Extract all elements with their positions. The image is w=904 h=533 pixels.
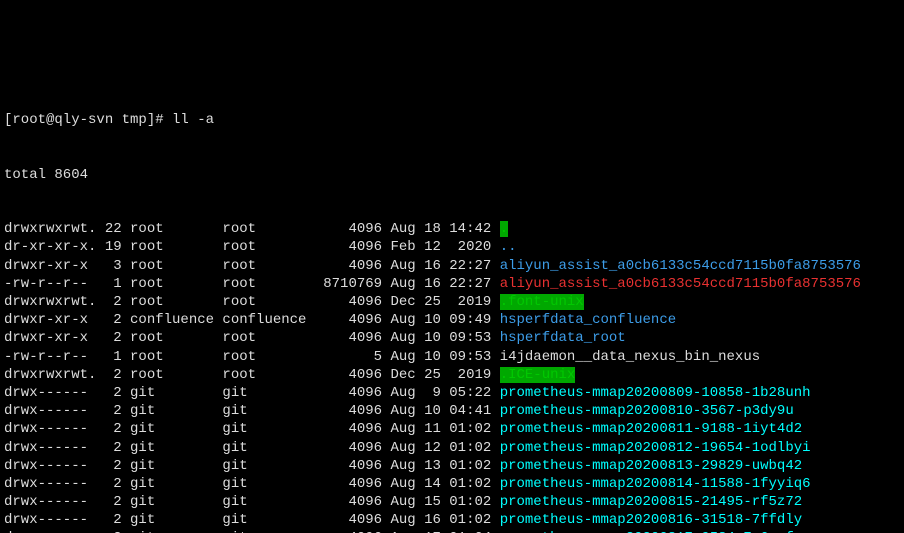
- list-item: -rw-r--r-- 1 root root 8710769 Aug 16 22…: [4, 275, 900, 293]
- file-meta: -rw-r--r-- 1 root root 5 Aug 10 09:53: [4, 349, 500, 365]
- list-item: dr-xr-xr-x. 19 root root 4096 Feb 12 202…: [4, 238, 900, 256]
- file-name: aliyun_assist_a0cb6133c54ccd7115b0fa8753…: [500, 276, 861, 292]
- file-meta: drwxrwxrwt. 2 root root 4096 Dec 25 2019: [4, 367, 500, 383]
- list-item: drwxrwxrwt. 2 root root 4096 Dec 25 2019…: [4, 293, 900, 311]
- file-meta: drwxrwxrwt. 2 root root 4096 Dec 25 2019: [4, 294, 500, 310]
- file-meta: drwx------ 2 git git 4096 Aug 17 01:04: [4, 530, 500, 533]
- file-meta: dr-xr-xr-x. 19 root root 4096 Feb 12 202…: [4, 239, 500, 255]
- file-meta: drwx------ 2 git git 4096 Aug 12 01:02: [4, 440, 500, 456]
- file-name: prometheus-mmap20200814-11588-1fyyiq6: [500, 476, 811, 492]
- list-item: drwx------ 2 git git 4096 Aug 10 04:41 p…: [4, 402, 900, 420]
- file-meta: drwxr-xr-x 3 root root 4096 Aug 16 22:27: [4, 258, 500, 274]
- command: ll -a: [172, 112, 214, 128]
- file-listing: drwxrwxrwt. 22 root root 4096 Aug 18 14:…: [4, 220, 900, 533]
- list-item: drwx------ 2 git git 4096 Aug 11 01:02 p…: [4, 420, 900, 438]
- terminal[interactable]: [root@qly-svn tmp]# ll -a total 8604 drw…: [0, 73, 904, 533]
- file-name: hsperfdata_root: [500, 330, 626, 346]
- file-name: prometheus-mmap20200811-9188-1iyt4d2: [500, 421, 802, 437]
- total-line: total 8604: [4, 166, 900, 184]
- file-meta: drwx------ 2 git git 4096 Aug 13 01:02: [4, 458, 500, 474]
- file-meta: drwx------ 2 git git 4096 Aug 15 01:02: [4, 494, 500, 510]
- list-item: drwxr-xr-x 3 root root 4096 Aug 16 22:27…: [4, 257, 900, 275]
- file-name: .font-unix: [500, 294, 584, 310]
- list-item: -rw-r--r-- 1 root root 5 Aug 10 09:53 i4…: [4, 348, 900, 366]
- file-name: prometheus-mmap20200812-19654-1odlbyi: [500, 440, 811, 456]
- list-item: drwx------ 2 git git 4096 Aug 13 01:02 p…: [4, 457, 900, 475]
- file-name: .: [500, 221, 508, 237]
- file-meta: drwx------ 2 git git 4096 Aug 11 01:02: [4, 421, 500, 437]
- file-meta: drwxrwxrwt. 22 root root 4096 Aug 18 14:…: [4, 221, 500, 237]
- list-item: drwx------ 2 git git 4096 Aug 9 05:22 pr…: [4, 384, 900, 402]
- file-name: prometheus-mmap20200809-10858-1b28unh: [500, 385, 811, 401]
- list-item: drwx------ 2 git git 4096 Aug 14 01:02 p…: [4, 475, 900, 493]
- list-item: drwxrwxrwt. 22 root root 4096 Aug 18 14:…: [4, 220, 900, 238]
- file-meta: drwxr-xr-x 2 confluence confluence 4096 …: [4, 312, 500, 328]
- list-item: drwx------ 2 git git 4096 Aug 12 01:02 p…: [4, 439, 900, 457]
- file-name: prometheus-mmap20200815-21495-rf5z72: [500, 494, 802, 510]
- prompt-line: [root@qly-svn tmp]# ll -a: [4, 111, 900, 129]
- list-item: drwx------ 2 git git 4096 Aug 15 01:02 p…: [4, 493, 900, 511]
- file-name: i4jdaemon__data_nexus_bin_nexus: [500, 349, 760, 365]
- file-meta: drwx------ 2 git git 4096 Aug 9 05:22: [4, 385, 500, 401]
- file-meta: drwx------ 2 git git 4096 Aug 14 01:02: [4, 476, 500, 492]
- file-meta: drwxr-xr-x 2 root root 4096 Aug 10 09:53: [4, 330, 500, 346]
- list-item: drwxr-xr-x 2 root root 4096 Aug 10 09:53…: [4, 329, 900, 347]
- file-name: prometheus-mmap20200810-3567-p3dy9u: [500, 403, 794, 419]
- file-name: ..: [500, 239, 517, 255]
- file-name: hsperfdata_confluence: [500, 312, 676, 328]
- file-meta: drwx------ 2 git git 4096 Aug 10 04:41: [4, 403, 500, 419]
- file-name: aliyun_assist_a0cb6133c54ccd7115b0fa8753…: [500, 258, 861, 274]
- shell-prompt: [root@qly-svn tmp]#: [4, 112, 172, 128]
- file-name: prometheus-mmap20200813-29829-uwbq42: [500, 458, 802, 474]
- list-item: drwx------ 2 git git 4096 Aug 17 01:04 p…: [4, 529, 900, 533]
- file-meta: -rw-r--r-- 1 root root 8710769 Aug 16 22…: [4, 276, 500, 292]
- file-name: .ICE-unix: [500, 367, 576, 383]
- list-item: drwxrwxrwt. 2 root root 4096 Dec 25 2019…: [4, 366, 900, 384]
- list-item: drwxr-xr-x 2 confluence confluence 4096 …: [4, 311, 900, 329]
- file-name: prometheus-mmap20200817-9584-7u6orf: [500, 530, 794, 533]
- list-item: drwx------ 2 git git 4096 Aug 16 01:02 p…: [4, 511, 900, 529]
